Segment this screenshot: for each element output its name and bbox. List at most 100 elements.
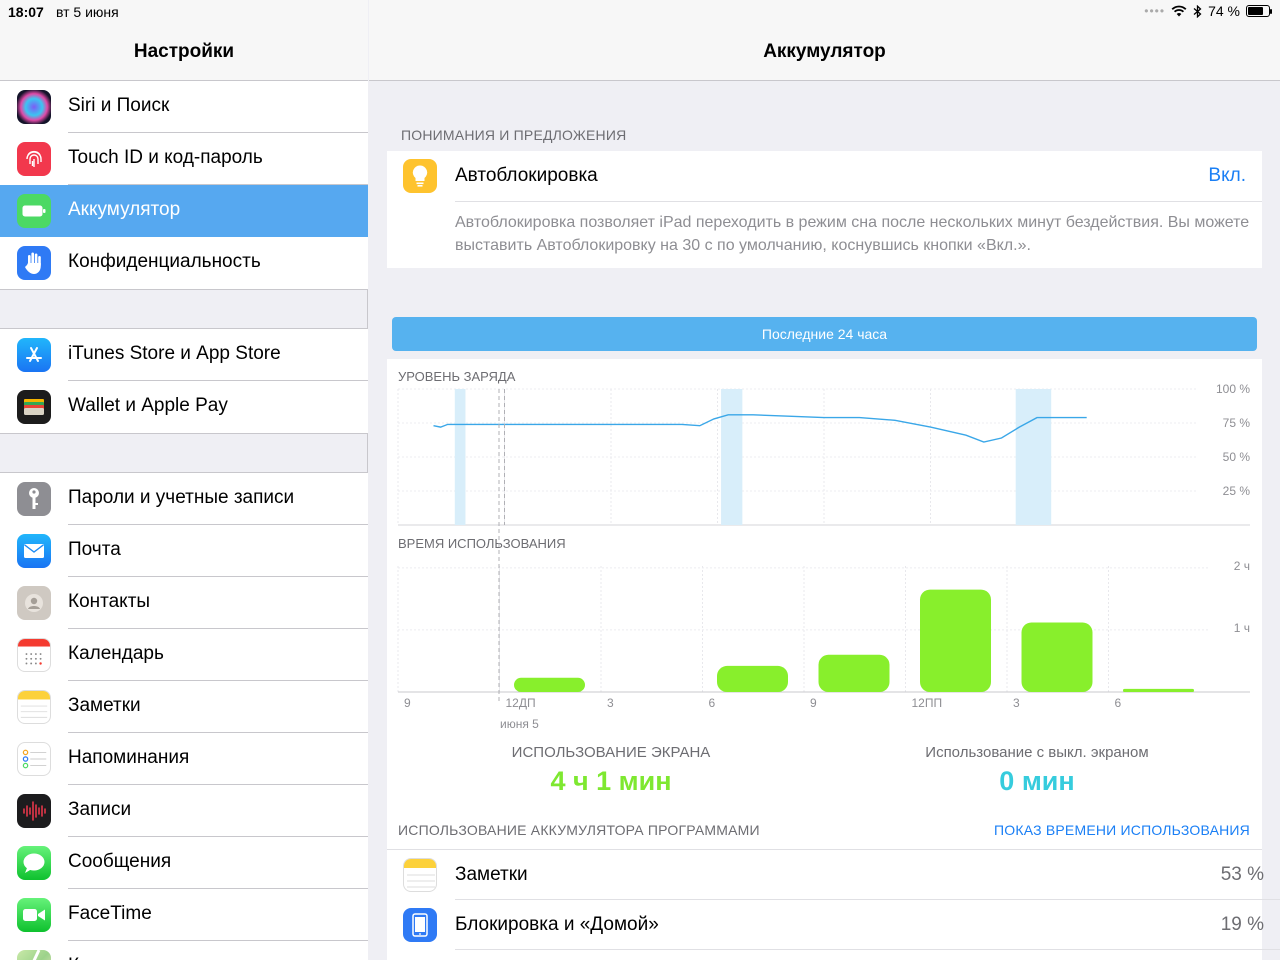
sidebar-item-contacts[interactable]: Контакты [0, 577, 368, 629]
usage-bar [818, 654, 890, 692]
app-name: Блокировка и «Домой» [455, 914, 659, 935]
show-activity-link[interactable]: ПОКАЗ ВРЕМЕНИ ИСПОЛЬЗОВАНИЯ [994, 822, 1250, 838]
sidebar-item-label: Календарь [68, 643, 164, 664]
calendar-icon [17, 638, 51, 672]
facetime-icon [17, 898, 51, 932]
sidebar-item-label: К [68, 955, 79, 960]
sidebar-item-label: Почта [68, 539, 121, 560]
usage-time-chart [397, 389, 1250, 704]
usage-bar [514, 677, 585, 692]
battery-percent: 74 % [1208, 3, 1240, 19]
sidebar-group-system: Siri и Поиск Touch ID и код-пароль Аккум… [0, 80, 368, 290]
app-usage-list: Заметки 53 % Блокировка и «Домой» 19 % [387, 849, 1280, 960]
screen-off-label: Использование с выкл. экраном [925, 744, 1149, 761]
lightbulb-icon [403, 159, 437, 193]
sidebar-item-facetime[interactable]: FaceTime [0, 889, 368, 941]
level-y-tick: 100 % [1215, 382, 1250, 396]
bluetooth-icon [1193, 4, 1202, 18]
apps-caption: ИСПОЛЬЗОВАНИЕ АККУМУЛЯТОРА ПРОГРАММАМИ [398, 822, 760, 838]
usage-x-tick: 12ПП [911, 696, 943, 710]
notes-icon [17, 690, 51, 724]
sidebar-item-privacy[interactable]: Конфиденциальность [0, 237, 368, 289]
battery-icon [17, 194, 51, 228]
sidebar-title: Настройки [133, 41, 235, 62]
sidebar-item-calendar[interactable]: Календарь [0, 629, 368, 681]
sidebar-item-label: Аккумулятор [68, 199, 181, 220]
notes-icon [403, 858, 437, 892]
apps-header: ИСПОЛЬЗОВАНИЕ АККУМУЛЯТОРА ПРОГРАММАМИ П… [387, 812, 1262, 849]
sidebar-item-label: iTunes Store и App Store [68, 343, 281, 364]
usage-x-tick: 6 [1114, 696, 1122, 710]
screen-on-label: ИСПОЛЬЗОВАНИЕ ЭКРАНА [511, 744, 711, 761]
sidebar-group-stores: iTunes Store и App Store Wallet и Apple … [0, 328, 368, 434]
contacts-icon [17, 586, 51, 620]
usage-x-tick: 12ДП [505, 696, 536, 710]
status-bar: 18:07 вт 5 июня •••• 74 % [0, 0, 1280, 24]
usage-x-tick: 9 [404, 696, 411, 710]
sidebar-item-label: Wallet и Apple Pay [68, 395, 228, 416]
usage-x-tick: 3 [1013, 696, 1020, 710]
multitasking-dots-icon: •••• [1144, 4, 1166, 18]
battery-icon [1246, 5, 1272, 17]
date-sublabel: июня 5 [500, 717, 539, 731]
sidebar-item-battery[interactable]: Аккумулятор [0, 185, 368, 237]
app-name: Заметки [455, 864, 528, 885]
sidebar-item-label: Сообщения [68, 851, 172, 872]
wifi-icon [1171, 5, 1187, 17]
sidebar-item-voice-memos[interactable]: Записи [0, 785, 368, 837]
fingerprint-icon [17, 142, 51, 176]
sidebar-group-apps: Пароли и учетные записи Почта Контакты К… [0, 472, 368, 960]
sidebar-item-label: Пароли и учетные записи [68, 487, 295, 508]
hand-icon [17, 246, 51, 280]
sidebar-item-label: Напоминания [68, 747, 190, 768]
siri-icon [17, 90, 51, 124]
voice-memos-icon [17, 794, 51, 828]
usage-bar [920, 589, 991, 692]
wallet-icon [17, 390, 51, 424]
sidebar-item-maps[interactable]: К [0, 941, 368, 960]
sidebar-item-messages[interactable]: Сообщения [0, 837, 368, 889]
key-icon [17, 482, 51, 516]
app-usage-row-home-lock[interactable]: Блокировка и «Домой» 19 % [387, 900, 1280, 950]
sidebar-item-touch-id[interactable]: Touch ID и код-пароль [0, 133, 368, 185]
sidebar-item-app-store[interactable]: iTunes Store и App Store [0, 329, 368, 381]
app-store-icon [17, 338, 51, 372]
sidebar-item-mail[interactable]: Почта [0, 525, 368, 577]
screen-off-value: 0 мин [999, 766, 1075, 796]
reminders-icon [17, 742, 51, 776]
sidebar-item-label: Touch ID и код-пароль [68, 147, 263, 168]
maps-icon [17, 950, 51, 960]
sidebar-item-passwords[interactable]: Пароли и учетные записи [0, 473, 368, 525]
home-lock-icon [403, 908, 437, 942]
level-y-tick: 75 % [1222, 416, 1250, 430]
usage-x-tick: 6 [708, 696, 716, 710]
usage-x-tick: 9 [810, 696, 817, 710]
range-segment-24h[interactable]: Последние 24 часа [392, 317, 1257, 351]
insights-caption: ПОНИМАНИЯ И ПРЕДЛОЖЕНИЯ [401, 127, 627, 143]
sidebar-item-wallet[interactable]: Wallet и Apple Pay [0, 381, 368, 433]
sidebar-item-label: FaceTime [68, 903, 152, 924]
usage-bar [1123, 688, 1194, 692]
usage-x-tick: 3 [607, 696, 614, 710]
usage-y-tick: 1 ч [1233, 620, 1250, 635]
usage-bar [717, 665, 788, 692]
sidebar-item-siri[interactable]: Siri и Поиск [0, 81, 368, 133]
mail-icon [17, 534, 51, 568]
battery-settings-panel: Аккумулятор ПОНИМАНИЯ И ПРЕДЛОЖЕНИЯ Авто… [369, 0, 1280, 960]
level-y-tick: 25 % [1222, 484, 1250, 498]
sidebar-item-reminders[interactable]: Напоминания [0, 733, 368, 785]
usage-bar [1021, 622, 1093, 692]
status-date: вт 5 июня [56, 4, 119, 20]
status-indicators: •••• 74 % [1144, 3, 1272, 19]
insight-description: Автоблокировка позволяет iPad переходить… [455, 214, 1250, 254]
level-y-tick: 50 % [1222, 450, 1250, 464]
settings-sidebar: Настройки Siri и Поиск Touch ID и код-па… [0, 0, 368, 960]
app-percent: 53 % [1220, 864, 1264, 885]
insights-card: Автоблокировка Вкл. Автоблокировка позво… [387, 151, 1262, 268]
sidebar-item-label: Заметки [68, 695, 141, 716]
screen-on-value: 4 ч 1 мин [550, 766, 672, 796]
sidebar-item-notes[interactable]: Заметки [0, 681, 368, 733]
enable-autolock-button[interactable]: Вкл. [1208, 165, 1246, 187]
sidebar-item-label: Конфиденциальность [68, 251, 261, 272]
app-usage-row-notes[interactable]: Заметки 53 % [387, 850, 1280, 900]
